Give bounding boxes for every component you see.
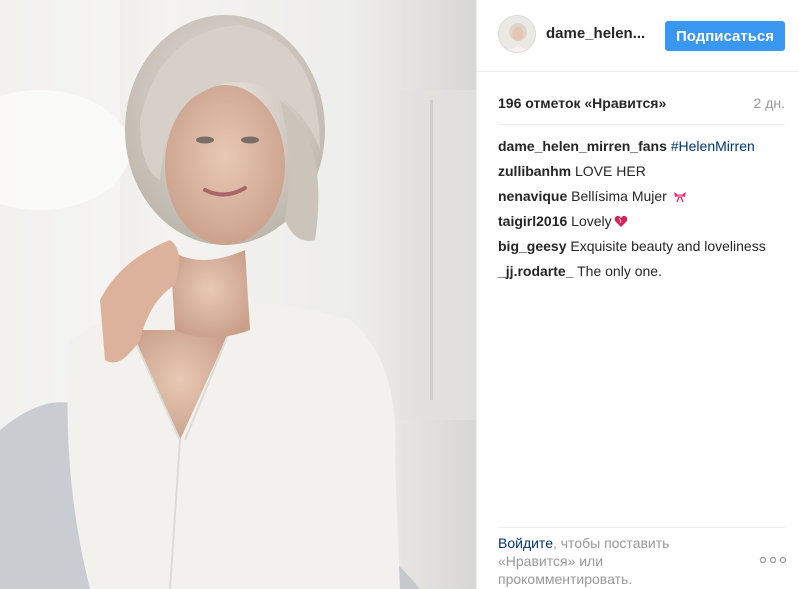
post-sidebar: dame_helen... Подписаться 196 отметок «Н… bbox=[477, 0, 799, 589]
comment-username[interactable]: _jj.rodarte_ bbox=[498, 263, 573, 279]
comment-username[interactable]: zullibanhm bbox=[498, 163, 571, 179]
comment-item: dame_helen_mirren_fans #HelenMirren bbox=[498, 134, 785, 159]
post-photo[interactable] bbox=[0, 0, 476, 589]
likes-divider bbox=[498, 124, 785, 125]
comment-item: _jj.rodarte_ The only one. bbox=[498, 259, 785, 284]
comment-username[interactable]: big_geesy bbox=[498, 238, 566, 254]
comment-hashtag[interactable]: #HelenMirren bbox=[671, 138, 755, 154]
ribbon-emoji-icon bbox=[673, 186, 687, 211]
avatar-icon bbox=[499, 16, 535, 52]
post-header: dame_helen... Подписаться bbox=[477, 0, 799, 72]
comment-username[interactable]: taigirl2016 bbox=[498, 213, 567, 229]
comment-text: LOVE HER bbox=[575, 163, 646, 179]
comment-text: Bellísima Mujer bbox=[571, 188, 667, 204]
avatar[interactable] bbox=[498, 15, 536, 53]
comment-username[interactable]: dame_helen_mirren_fans bbox=[498, 138, 667, 154]
footer-divider bbox=[498, 527, 785, 528]
comment-item: nenavique Bellísima Mujer bbox=[498, 184, 785, 209]
heart-emoji-icon bbox=[614, 211, 628, 236]
comment-text: Exquisite beauty and loveliness bbox=[570, 238, 766, 254]
follow-button[interactable]: Подписаться bbox=[665, 21, 785, 51]
login-link[interactable]: Войдите bbox=[498, 535, 553, 551]
likes-row: 196 отметок «Нравится» 2 дн. bbox=[498, 95, 785, 115]
post-username[interactable]: dame_helen... bbox=[546, 25, 645, 42]
comments-list: dame_helen_mirren_fans #HelenMirren zull… bbox=[498, 134, 785, 284]
more-options-icon[interactable] bbox=[759, 553, 787, 565]
comment-item: big_geesy Exquisite beauty and lovelines… bbox=[498, 234, 785, 259]
comment-text: The only one. bbox=[577, 263, 662, 279]
comment-item: zullibanhm LOVE HER bbox=[498, 159, 785, 184]
comment-text: Lovely bbox=[571, 213, 612, 229]
login-prompt: Войдите, чтобы поставить «Нравится» или … bbox=[498, 534, 728, 588]
comment-item: taigirl2016 Lovely bbox=[498, 209, 785, 234]
portrait-image bbox=[0, 0, 476, 589]
comment-username[interactable]: nenavique bbox=[498, 188, 567, 204]
likes-count[interactable]: 196 отметок «Нравится» bbox=[498, 95, 666, 111]
post-time[interactable]: 2 дн. bbox=[754, 95, 785, 111]
